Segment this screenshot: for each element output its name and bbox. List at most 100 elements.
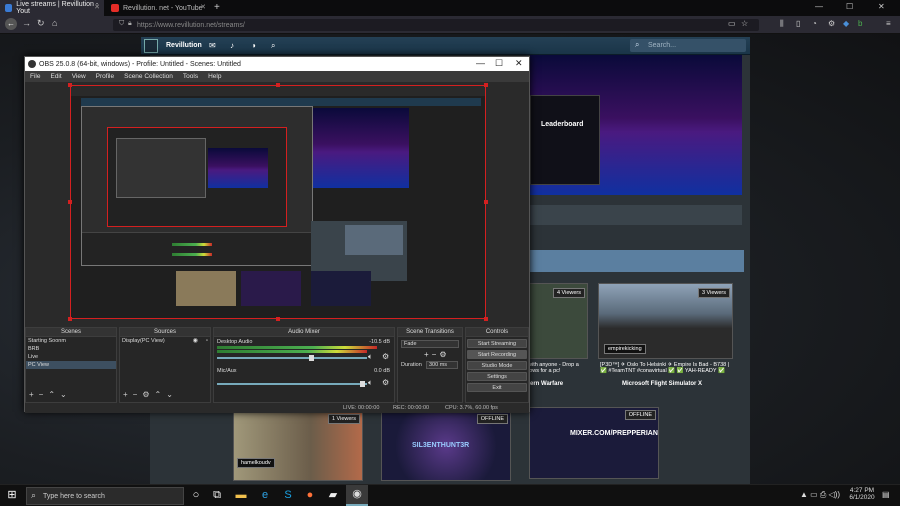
tab-youtube[interactable]: Revillution. net - YouTube ✕: [106, 0, 210, 16]
start-streaming-button[interactable]: Start Streaming: [467, 339, 527, 348]
firefox-icon[interactable]: ●: [303, 488, 317, 502]
menu-icon[interactable]: ≡: [886, 19, 891, 28]
obs-preview[interactable]: [70, 85, 486, 319]
stream-card-title[interactable]: ern Warfare: [530, 381, 563, 387]
bookmark-star-icon[interactable]: ☆: [741, 19, 748, 28]
source-item[interactable]: Display(PC View) ◉ ▫: [120, 337, 210, 345]
close-window-button[interactable]: ✕: [878, 2, 885, 11]
bell-icon[interactable]: ♪: [230, 41, 234, 50]
tab-live-streams[interactable]: Live streams | Revillution - Yout ✕: [0, 0, 104, 16]
add-icon[interactable]: +: [123, 390, 133, 399]
scene-item[interactable]: Starting Soonm: [26, 337, 116, 345]
stream-card-thumbnail[interactable]: OFFLINE SIL3ENTHUNT3R: [381, 411, 511, 481]
menu-tools[interactable]: Tools: [183, 73, 198, 80]
forward-icon[interactable]: →: [22, 18, 31, 28]
resize-handle[interactable]: [276, 83, 280, 87]
speaker-icon[interactable]: 🔈︎: [368, 352, 373, 362]
maximize-button[interactable]: ☐: [495, 58, 503, 69]
mail-icon[interactable]: ✉: [209, 41, 216, 50]
url-bar[interactable]: ⛉ 🔒︎ https://www.revillution.net/streams…: [113, 19, 759, 31]
edge-icon[interactable]: e: [258, 488, 272, 502]
resize-handle[interactable]: [68, 200, 72, 204]
taskbar-search[interactable]: ⌕ Type here to search: [26, 487, 184, 505]
site-search-input[interactable]: ⌕ Search...: [630, 39, 746, 52]
volume-slider-handle[interactable]: [360, 381, 365, 387]
cortana-icon[interactable]: ○: [189, 488, 203, 502]
obs-taskbar-button[interactable]: ◉: [346, 485, 368, 506]
duration-input[interactable]: 300 ms: [426, 361, 458, 369]
remove-icon[interactable]: −: [133, 390, 143, 399]
account-icon[interactable]: ◔: [812, 19, 817, 28]
extension-2-icon[interactable]: ◆: [843, 19, 849, 28]
site-name[interactable]: Revillution: [166, 42, 202, 49]
back-icon[interactable]: ←: [5, 18, 17, 30]
clock[interactable]: 4:27 PM 6/1/2020: [848, 487, 876, 501]
skype-icon[interactable]: S: [281, 488, 295, 502]
app-icon[interactable]: ▰: [326, 488, 340, 502]
close-tab-icon[interactable]: ✕: [94, 3, 100, 11]
site-logo-icon[interactable]: [144, 39, 158, 53]
exit-button[interactable]: Exit: [467, 383, 527, 392]
stream-card-thumbnail[interactable]: OFFLINE MIXER.COM/PREPPERIAN: [529, 407, 659, 479]
move-up-icon[interactable]: ⌃: [48, 390, 60, 399]
notifications-icon[interactable]: ▤: [882, 490, 890, 499]
resize-handle[interactable]: [68, 317, 72, 321]
close-button[interactable]: ✕: [515, 58, 523, 69]
menu-help[interactable]: Help: [208, 73, 221, 80]
remove-icon[interactable]: −: [39, 390, 49, 399]
start-recording-button[interactable]: Start Recording: [467, 350, 527, 359]
search-icon[interactable]: ⌕: [271, 41, 275, 51]
gear-icon[interactable]: ⚙: [142, 390, 154, 399]
task-view-icon[interactable]: ⧉: [210, 488, 224, 502]
featured-stream-video[interactable]: Leaderboard: [530, 55, 742, 195]
resize-handle[interactable]: [276, 317, 280, 321]
eye-icon[interactable]: ◉: [193, 337, 198, 345]
move-down-icon[interactable]: ⌄: [60, 390, 72, 399]
menu-file[interactable]: File: [30, 73, 40, 80]
reload-icon[interactable]: ↻: [37, 18, 45, 29]
obs-window[interactable]: OBS 25.0.8 (64-bit, windows) - Profile: …: [24, 56, 530, 413]
new-tab-button[interactable]: +: [214, 2, 220, 13]
lock-icon[interactable]: ▫: [206, 337, 208, 345]
file-explorer-icon[interactable]: ▬: [234, 488, 248, 502]
toggle-icon[interactable]: ◑: [251, 41, 256, 50]
close-tab-icon[interactable]: ✕: [200, 3, 206, 11]
add-icon[interactable]: +: [29, 390, 39, 399]
menu-scene-collection[interactable]: Scene Collection: [124, 73, 173, 80]
menu-edit[interactable]: Edit: [50, 73, 61, 80]
resize-handle[interactable]: [484, 200, 488, 204]
gear-icon[interactable]: ⚙: [439, 350, 449, 359]
move-down-icon[interactable]: ⌄: [166, 390, 178, 399]
stream-card-title[interactable]: Microsoft Flight Simulator X: [622, 381, 702, 387]
maximize-button[interactable]: ☐: [846, 2, 853, 11]
volume-slider-handle[interactable]: [309, 355, 314, 361]
stream-card-thumbnail[interactable]: 1 Viewers hamelkoudv: [233, 411, 363, 481]
stream-card-thumbnail[interactable]: 3 Viewers empirekicking: [598, 283, 733, 359]
windows-start-icon[interactable]: ⊞: [5, 488, 19, 502]
resize-handle[interactable]: [484, 317, 488, 321]
settings-button[interactable]: Settings: [467, 372, 527, 381]
scene-item-selected[interactable]: PC View: [26, 361, 116, 369]
studio-mode-button[interactable]: Studio Mode: [467, 361, 527, 370]
transition-select[interactable]: Fade: [401, 340, 459, 348]
volume-slider[interactable]: [217, 383, 367, 385]
home-icon[interactable]: ⌂: [52, 18, 57, 28]
scene-item[interactable]: Live: [26, 353, 116, 361]
obs-title-bar[interactable]: OBS 25.0.8 (64-bit, windows) - Profile: …: [25, 57, 529, 71]
move-up-icon[interactable]: ⌃: [155, 390, 167, 399]
reader-view-icon[interactable]: ▭: [728, 19, 736, 28]
resize-handle[interactable]: [68, 83, 72, 87]
menu-profile[interactable]: Profile: [96, 73, 114, 80]
extension-icon[interactable]: ⚙: [828, 19, 835, 28]
resize-handle[interactable]: [484, 83, 488, 87]
add-icon[interactable]: +: [424, 350, 432, 359]
minimize-button[interactable]: —: [476, 58, 485, 68]
sidebar-icon[interactable]: ▯: [796, 19, 800, 28]
volume-slider[interactable]: [217, 357, 367, 359]
scene-item[interactable]: BRB: [26, 345, 116, 353]
system-tray-icons[interactable]: ▲ ▭ ⎙ ◁)): [800, 490, 840, 500]
gear-icon[interactable]: ⚙: [382, 352, 389, 361]
minimize-button[interactable]: —: [815, 2, 823, 11]
gear-icon[interactable]: ⚙: [382, 378, 389, 387]
library-icon[interactable]: ⫼: [780, 19, 784, 29]
